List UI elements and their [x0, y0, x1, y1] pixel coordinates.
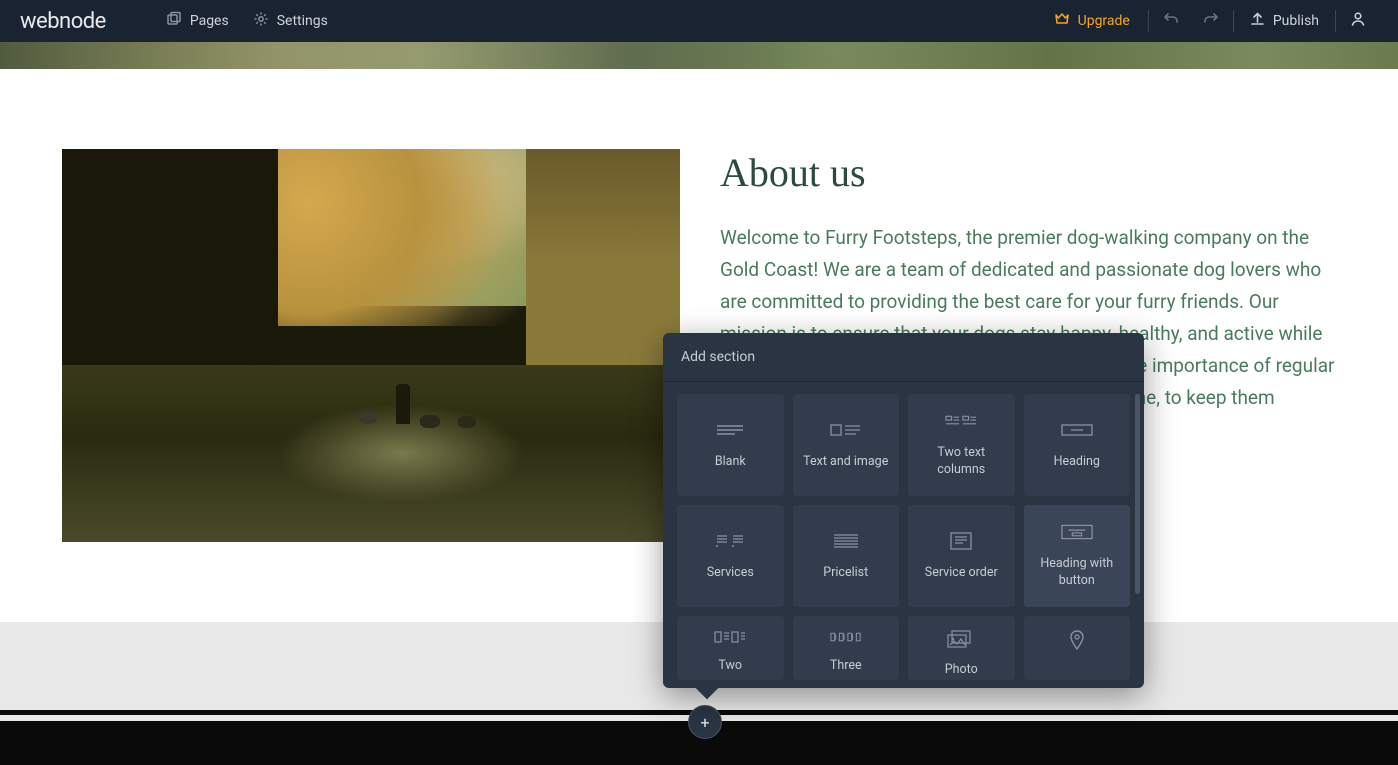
section-label: Two text columns — [916, 445, 1007, 479]
section-option-blank[interactable]: Blank — [677, 394, 784, 496]
three-icon — [830, 630, 862, 644]
about-image[interactable] — [62, 149, 680, 542]
hero-image-strip — [0, 42, 1398, 69]
section-label: Blank — [715, 454, 746, 471]
map-pin-icon — [1061, 630, 1093, 650]
section-option-two-text-columns[interactable]: Two text columns — [908, 394, 1015, 496]
add-section-button[interactable]: + — [688, 705, 722, 739]
upgrade-button[interactable]: Upgrade — [1038, 12, 1146, 30]
pages-nav[interactable]: Pages — [166, 11, 229, 31]
publish-button[interactable]: Publish — [1236, 12, 1333, 31]
two-columns-icon — [945, 411, 977, 431]
section-option-photo[interactable]: Photo — [908, 616, 1015, 680]
heading-button-icon — [1061, 522, 1093, 542]
section-option-pricelist[interactable]: Pricelist — [793, 505, 900, 607]
pricelist-icon — [830, 531, 862, 551]
add-section-popover: Add section Blank Text and image Two t — [663, 333, 1144, 688]
divider — [1335, 10, 1336, 32]
section-label: Photo — [945, 662, 978, 679]
user-icon — [1350, 11, 1366, 31]
popover-body: Blank Text and image Two text columns He… — [663, 382, 1144, 688]
settings-label: Settings — [277, 13, 328, 29]
settings-nav[interactable]: Settings — [253, 11, 328, 31]
section-label: Text and image — [803, 454, 888, 471]
divider — [1148, 10, 1149, 32]
plus-icon: + — [700, 713, 709, 732]
undo-button[interactable] — [1151, 11, 1191, 31]
pages-icon — [166, 11, 182, 31]
blank-icon — [714, 420, 746, 440]
text-image-icon — [830, 420, 862, 440]
section-label: Two — [718, 658, 742, 675]
divider — [1233, 10, 1234, 32]
topbar: webnode Pages Settings Upgrade — [0, 0, 1398, 42]
popover-scrollbar[interactable] — [1135, 394, 1140, 594]
park-scene-illustration — [62, 149, 680, 542]
account-button[interactable] — [1338, 11, 1378, 31]
section-option-two[interactable]: Two — [677, 616, 784, 680]
brand-logo[interactable]: webnode — [20, 9, 106, 34]
undo-icon — [1163, 11, 1179, 31]
section-option-three[interactable]: Three — [793, 616, 900, 680]
redo-button[interactable] — [1191, 11, 1231, 31]
gear-icon — [253, 11, 269, 31]
services-icon — [714, 531, 746, 551]
about-heading[interactable]: About us — [720, 149, 1343, 196]
section-label: Pricelist — [823, 565, 868, 582]
heading-icon — [1061, 420, 1093, 440]
section-option-text-image[interactable]: Text and image — [793, 394, 900, 496]
nav-right: Upgrade Publish — [1038, 10, 1378, 32]
service-order-icon — [945, 531, 977, 551]
section-option-heading-button[interactable]: Heading with button — [1024, 505, 1131, 607]
section-label: Service order — [925, 565, 998, 582]
section-label: Heading with button — [1032, 556, 1123, 590]
pages-label: Pages — [190, 13, 229, 29]
two-icon — [714, 630, 746, 644]
crown-icon — [1054, 12, 1070, 30]
section-label: Heading — [1054, 454, 1100, 471]
popover-title: Add section — [663, 333, 1144, 382]
upgrade-label: Upgrade — [1078, 13, 1130, 29]
upload-icon — [1250, 12, 1265, 31]
section-label: Three — [830, 658, 862, 675]
photo-icon — [945, 630, 977, 648]
redo-icon — [1203, 11, 1219, 31]
section-option-heading[interactable]: Heading — [1024, 394, 1131, 496]
section-option-services[interactable]: Services — [677, 505, 784, 607]
section-label: Services — [707, 565, 754, 582]
section-option-service-order[interactable]: Service order — [908, 505, 1015, 607]
nav-left: Pages Settings — [166, 11, 328, 31]
publish-label: Publish — [1273, 13, 1319, 29]
section-grid: Blank Text and image Two text columns He… — [677, 394, 1130, 680]
section-option-map[interactable] — [1024, 616, 1131, 680]
